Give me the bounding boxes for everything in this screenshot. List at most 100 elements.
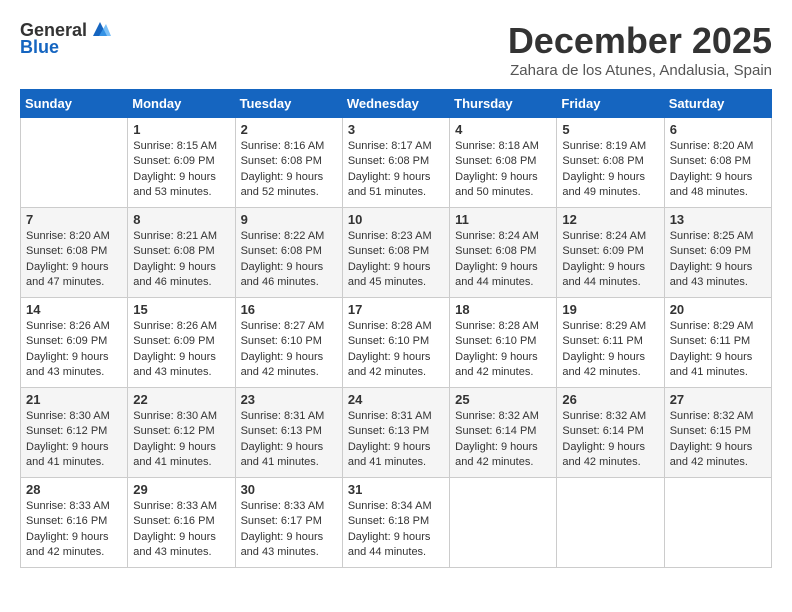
day-number: 22: [133, 392, 229, 407]
page-header: General Blue December 2025 Zahara de los…: [20, 20, 772, 79]
day-info: Sunrise: 8:28 AM Sunset: 6:10 PM Dayligh…: [348, 319, 444, 381]
calendar-week-row: 1Sunrise: 8:15 AM Sunset: 6:09 PM Daylig…: [21, 118, 772, 208]
calendar-cell: 4 Sunrise: 8:18 AM Sunset: 6:08 PM Daylig…: [450, 118, 557, 208]
calendar-cell: 9 Sunrise: 8:22 AM Sunset: 6:08 PM Daylig…: [235, 208, 342, 298]
day-info: Sunrise: 8:24 AM Sunset: 6:09 PM Dayligh…: [562, 229, 658, 291]
calendar-cell: 23 Sunrise: 8:31 AM Sunset: 6:13 PM Dayli…: [235, 388, 342, 478]
day-number: 30: [241, 482, 337, 497]
weekday-header: Thursday: [450, 90, 557, 118]
calendar-cell: 7Sunrise: 8:20 AM Sunset: 6:08 PM Daylig…: [21, 208, 128, 298]
day-info: Sunrise: 8:32 AM Sunset: 6:15 PM Dayligh…: [670, 409, 766, 471]
day-number: 12: [562, 212, 658, 227]
day-info: Sunrise: 8:22 AM Sunset: 6:08 PM Dayligh…: [241, 229, 337, 291]
day-number: 28: [26, 482, 122, 497]
calendar-cell: 6 Sunrise: 8:20 AM Sunset: 6:08 PM Daylig…: [664, 118, 771, 208]
day-number: 17: [348, 302, 444, 317]
weekday-header: Monday: [128, 90, 235, 118]
day-info: Sunrise: 8:29 AM Sunset: 6:11 PM Dayligh…: [562, 319, 658, 381]
day-info: Sunrise: 8:16 AM Sunset: 6:08 PM Dayligh…: [241, 139, 337, 201]
calendar-cell: 13 Sunrise: 8:25 AM Sunset: 6:09 PM Dayli…: [664, 208, 771, 298]
calendar-cell: 11 Sunrise: 8:24 AM Sunset: 6:08 PM Dayli…: [450, 208, 557, 298]
calendar-cell: 16Sunrise: 8:27 AM Sunset: 6:10 PM Dayli…: [235, 298, 342, 388]
calendar-cell: 1Sunrise: 8:15 AM Sunset: 6:09 PM Daylig…: [128, 118, 235, 208]
location-subtitle: Zahara de los Atunes, Andalusia, Spain: [508, 62, 772, 79]
day-info: Sunrise: 8:33 AM Sunset: 6:16 PM Dayligh…: [133, 499, 229, 561]
calendar-cell: [664, 478, 771, 568]
calendar-cell: 29Sunrise: 8:33 AM Sunset: 6:16 PM Dayli…: [128, 478, 235, 568]
day-info: Sunrise: 8:17 AM Sunset: 6:08 PM Dayligh…: [348, 139, 444, 201]
calendar-cell: 20Sunrise: 8:29 AM Sunset: 6:11 PM Dayli…: [664, 298, 771, 388]
day-number: 19: [562, 302, 658, 317]
calendar-cell: [557, 478, 664, 568]
day-info: Sunrise: 8:15 AM Sunset: 6:09 PM Dayligh…: [133, 139, 229, 201]
calendar-cell: 15 Sunrise: 8:26 AM Sunset: 6:09 PM Dayli…: [128, 298, 235, 388]
day-info: Sunrise: 8:20 AM Sunset: 6:08 PM Dayligh…: [670, 139, 766, 201]
calendar-cell: 24 Sunrise: 8:31 AM Sunset: 6:13 PM Dayli…: [342, 388, 449, 478]
calendar-week-row: 7Sunrise: 8:20 AM Sunset: 6:08 PM Daylig…: [21, 208, 772, 298]
day-info: Sunrise: 8:19 AM Sunset: 6:08 PM Dayligh…: [562, 139, 658, 201]
calendar-cell: 17 Sunrise: 8:28 AM Sunset: 6:10 PM Dayli…: [342, 298, 449, 388]
calendar-week-row: 14 Sunrise: 8:26 AM Sunset: 6:09 PM Dayli…: [21, 298, 772, 388]
calendar-cell: 21Sunrise: 8:30 AM Sunset: 6:12 PM Dayli…: [21, 388, 128, 478]
day-info: Sunrise: 8:31 AM Sunset: 6:13 PM Dayligh…: [348, 409, 444, 471]
calendar-cell: [450, 478, 557, 568]
day-number: 2: [241, 122, 337, 137]
calendar-week-row: 21Sunrise: 8:30 AM Sunset: 6:12 PM Dayli…: [21, 388, 772, 478]
calendar-cell: 30Sunrise: 8:33 AM Sunset: 6:17 PM Dayli…: [235, 478, 342, 568]
day-number: 15: [133, 302, 229, 317]
weekday-header: Tuesday: [235, 90, 342, 118]
day-number: 14: [26, 302, 122, 317]
day-number: 18: [455, 302, 551, 317]
calendar-cell: 19 Sunrise: 8:29 AM Sunset: 6:11 PM Dayli…: [557, 298, 664, 388]
day-info: Sunrise: 8:18 AM Sunset: 6:08 PM Dayligh…: [455, 139, 551, 201]
calendar-cell: 10Sunrise: 8:23 AM Sunset: 6:08 PM Dayli…: [342, 208, 449, 298]
day-number: 11: [455, 212, 551, 227]
day-number: 25: [455, 392, 551, 407]
day-info: Sunrise: 8:34 AM Sunset: 6:18 PM Dayligh…: [348, 499, 444, 561]
day-info: Sunrise: 8:31 AM Sunset: 6:13 PM Dayligh…: [241, 409, 337, 471]
calendar-cell: 3 Sunrise: 8:17 AM Sunset: 6:08 PM Daylig…: [342, 118, 449, 208]
calendar-header-row: SundayMondayTuesdayWednesdayThursdayFrid…: [21, 90, 772, 118]
day-info: Sunrise: 8:32 AM Sunset: 6:14 PM Dayligh…: [455, 409, 551, 471]
day-number: 31: [348, 482, 444, 497]
day-info: Sunrise: 8:28 AM Sunset: 6:10 PM Dayligh…: [455, 319, 551, 381]
calendar-cell: 2 Sunrise: 8:16 AM Sunset: 6:08 PM Daylig…: [235, 118, 342, 208]
day-info: Sunrise: 8:30 AM Sunset: 6:12 PM Dayligh…: [133, 409, 229, 471]
calendar-cell: 5 Sunrise: 8:19 AM Sunset: 6:08 PM Daylig…: [557, 118, 664, 208]
calendar-cell: 12 Sunrise: 8:24 AM Sunset: 6:09 PM Dayli…: [557, 208, 664, 298]
day-number: 5: [562, 122, 658, 137]
day-info: Sunrise: 8:32 AM Sunset: 6:14 PM Dayligh…: [562, 409, 658, 471]
day-info: Sunrise: 8:26 AM Sunset: 6:09 PM Dayligh…: [133, 319, 229, 381]
calendar-cell: 22 Sunrise: 8:30 AM Sunset: 6:12 PM Dayli…: [128, 388, 235, 478]
day-number: 8: [133, 212, 229, 227]
day-info: Sunrise: 8:25 AM Sunset: 6:09 PM Dayligh…: [670, 229, 766, 291]
day-number: 4: [455, 122, 551, 137]
day-number: 9: [241, 212, 337, 227]
day-info: Sunrise: 8:30 AM Sunset: 6:12 PM Dayligh…: [26, 409, 122, 471]
calendar-cell: 25 Sunrise: 8:32 AM Sunset: 6:14 PM Dayli…: [450, 388, 557, 478]
logo-blue-text: Blue: [20, 37, 59, 58]
day-number: 13: [670, 212, 766, 227]
day-number: 7: [26, 212, 122, 227]
day-info: Sunrise: 8:24 AM Sunset: 6:08 PM Dayligh…: [455, 229, 551, 291]
calendar-cell: 8Sunrise: 8:21 AM Sunset: 6:08 PM Daylig…: [128, 208, 235, 298]
day-number: 26: [562, 392, 658, 407]
day-number: 3: [348, 122, 444, 137]
day-info: Sunrise: 8:29 AM Sunset: 6:11 PM Dayligh…: [670, 319, 766, 381]
month-title: December 2025: [508, 20, 772, 62]
day-number: 6: [670, 122, 766, 137]
calendar-cell: 26 Sunrise: 8:32 AM Sunset: 6:14 PM Dayli…: [557, 388, 664, 478]
title-block: December 2025 Zahara de los Atunes, Anda…: [508, 20, 772, 79]
day-number: 23: [241, 392, 337, 407]
day-number: 16: [241, 302, 337, 317]
logo: General Blue: [20, 20, 111, 58]
weekday-header: Wednesday: [342, 90, 449, 118]
calendar-cell: 28Sunrise: 8:33 AM Sunset: 6:16 PM Dayli…: [21, 478, 128, 568]
day-number: 24: [348, 392, 444, 407]
weekday-header: Saturday: [664, 90, 771, 118]
calendar-cell: 18 Sunrise: 8:28 AM Sunset: 6:10 PM Dayli…: [450, 298, 557, 388]
weekday-header: Sunday: [21, 90, 128, 118]
day-number: 27: [670, 392, 766, 407]
calendar-cell: 31 Sunrise: 8:34 AM Sunset: 6:18 PM Dayli…: [342, 478, 449, 568]
calendar-week-row: 28 Sunrise: 8:33 AM Sunset: 6:16 PM Dayli…: [21, 478, 772, 568]
